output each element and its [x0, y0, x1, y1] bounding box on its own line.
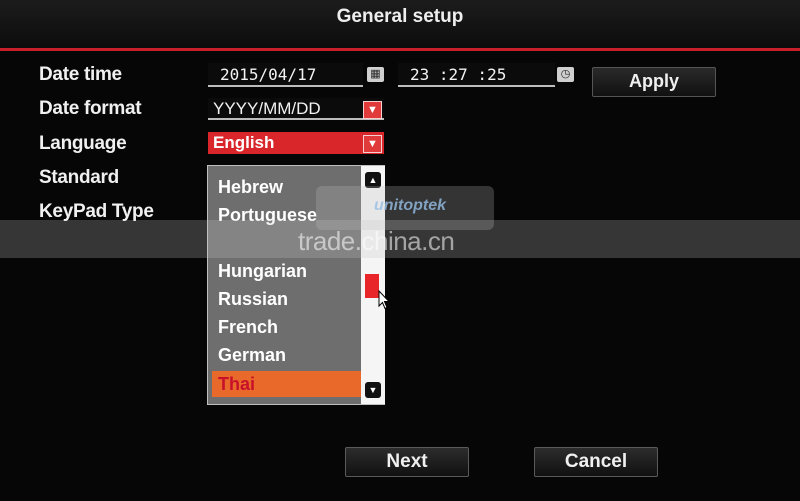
- date-format-select[interactable]: YYYY/MM/DD ▼: [208, 98, 384, 120]
- date-format-value: YYYY/MM/DD: [213, 99, 321, 118]
- time-field[interactable]: 23 :27 :25: [398, 63, 555, 87]
- page-title: General setup: [336, 6, 464, 27]
- setup-screen: General setup Date time Date format Lang…: [0, 0, 800, 501]
- title-bar: General setup: [0, 0, 800, 51]
- language-label: Language: [39, 133, 127, 154]
- list-item[interactable]: French: [212, 314, 362, 340]
- language-value: English: [213, 133, 275, 152]
- scroll-thumb[interactable]: [365, 274, 379, 298]
- standard-label: Standard: [39, 167, 119, 188]
- list-item[interactable]: German: [212, 342, 362, 368]
- scroll-down-icon[interactable]: ▼: [365, 382, 381, 398]
- calendar-icon[interactable]: ▦: [367, 67, 384, 82]
- language-select[interactable]: English ▼: [208, 132, 384, 154]
- cancel-button[interactable]: Cancel: [534, 447, 658, 477]
- date-field[interactable]: 2015/04/17: [208, 63, 363, 87]
- chevron-down-icon[interactable]: ▼: [363, 101, 382, 119]
- list-item[interactable]: Russian: [212, 286, 362, 312]
- mouse-cursor-icon: [378, 290, 390, 310]
- date-format-label: Date format: [39, 98, 142, 119]
- watermark-text: trade.china.cn: [298, 226, 455, 256]
- watermark-logo: unitoptek: [374, 197, 446, 214]
- clock-icon[interactable]: ◷: [557, 67, 574, 82]
- list-item[interactable]: Hungarian: [212, 258, 362, 284]
- list-item-selected[interactable]: Thai: [212, 371, 362, 397]
- chevron-down-icon[interactable]: ▼: [363, 135, 382, 153]
- apply-button[interactable]: Apply: [592, 67, 716, 97]
- date-time-label: Date time: [39, 64, 122, 85]
- next-button[interactable]: Next: [345, 447, 469, 477]
